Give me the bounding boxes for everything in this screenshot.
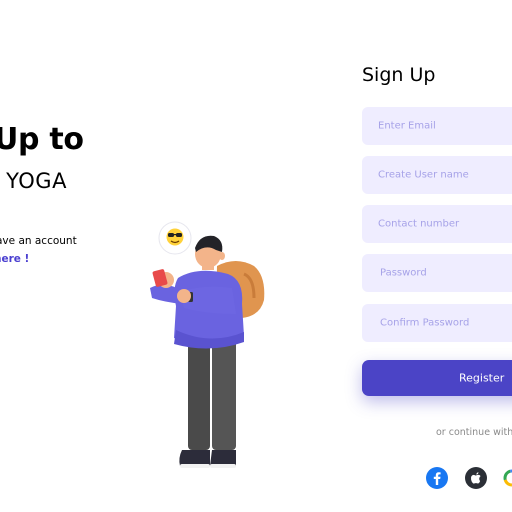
email-placeholder: Enter Email bbox=[378, 120, 436, 132]
username-placeholder: Create User name bbox=[378, 169, 469, 181]
facebook-icon bbox=[426, 467, 448, 489]
login-here-link[interactable]: here ! bbox=[0, 253, 29, 265]
confirm-password-field[interactable]: Confirm Password bbox=[362, 304, 512, 342]
google-login-button[interactable] bbox=[501, 467, 512, 489]
continue-with-text: or continue with bbox=[436, 427, 512, 438]
have-account-text: ave an account bbox=[0, 235, 77, 247]
username-field[interactable]: Create User name bbox=[362, 156, 512, 194]
signup-title: Sign Up bbox=[362, 64, 436, 86]
register-button-label: Register bbox=[459, 371, 505, 385]
person-illustration bbox=[150, 221, 265, 468]
page-heading: Up to bbox=[0, 122, 84, 157]
facebook-login-button[interactable] bbox=[426, 467, 448, 489]
apple-icon bbox=[465, 467, 487, 489]
brand-name-text: YOGA bbox=[6, 169, 67, 193]
email-field[interactable]: Enter Email bbox=[362, 107, 512, 145]
contact-number-placeholder: Contact number bbox=[378, 218, 460, 230]
register-button[interactable]: Register bbox=[362, 360, 512, 396]
confirm-password-placeholder: Confirm Password bbox=[380, 317, 470, 329]
contact-number-field[interactable]: Contact number bbox=[362, 205, 512, 243]
brand-name: ‹ YOGA bbox=[0, 169, 67, 193]
password-placeholder: Password bbox=[380, 267, 427, 279]
google-icon bbox=[501, 467, 512, 489]
apple-login-button[interactable] bbox=[465, 467, 487, 489]
password-field[interactable]: Password bbox=[362, 254, 512, 292]
emoji-bubble-icon bbox=[158, 221, 192, 255]
